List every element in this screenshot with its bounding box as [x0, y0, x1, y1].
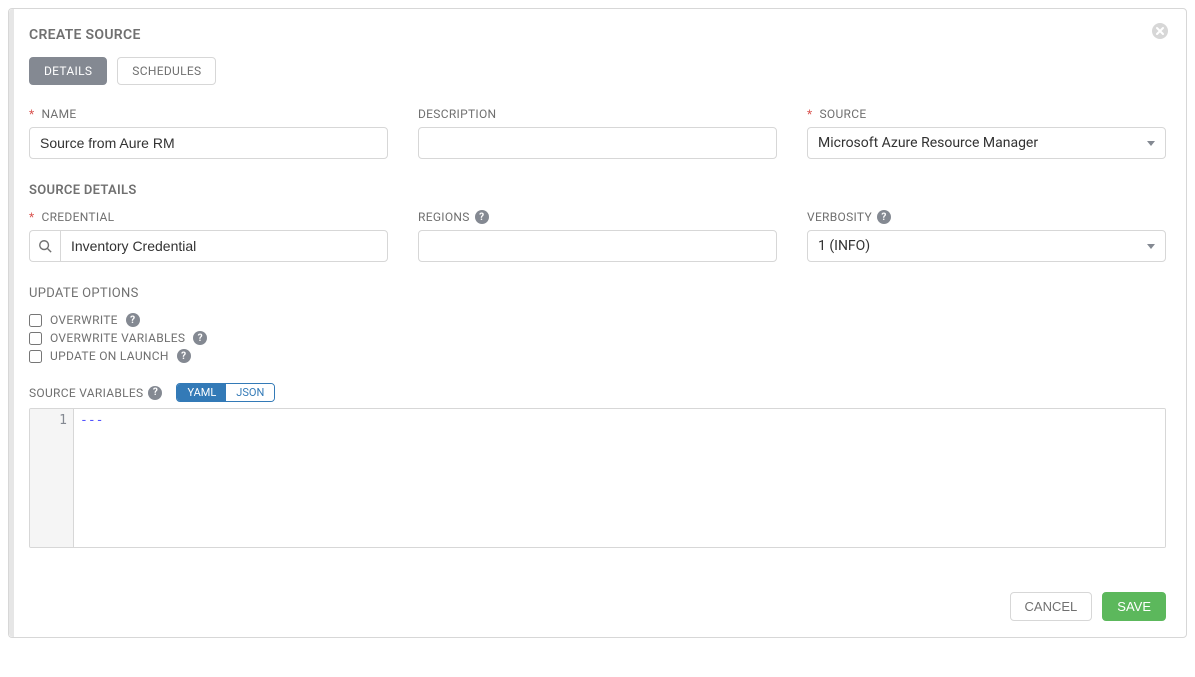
tab-details[interactable]: DETAILS: [29, 57, 107, 85]
update-launch-label: UPDATE ON LAUNCH: [50, 349, 169, 363]
required-marker: *: [29, 107, 34, 121]
credential-input[interactable]: [60, 230, 388, 262]
description-label: DESCRIPTION: [418, 107, 777, 121]
verbosity-label: VERBOSITY ?: [807, 210, 1166, 224]
source-value: Microsoft Azure Resource Manager: [818, 135, 1038, 151]
tab-schedules[interactable]: SCHEDULES: [117, 57, 216, 85]
help-icon[interactable]: ?: [148, 386, 162, 400]
description-input[interactable]: [418, 127, 777, 159]
source-variables-label-text: SOURCE VARIABLES: [29, 386, 143, 400]
help-icon[interactable]: ?: [177, 349, 191, 363]
save-button[interactable]: SAVE: [1102, 592, 1166, 621]
name-label: * NAME: [29, 107, 388, 121]
overwrite-option[interactable]: OVERWRITE ?: [29, 313, 1166, 327]
format-toggle: YAML JSON: [176, 383, 275, 402]
required-marker: *: [807, 107, 812, 121]
json-toggle[interactable]: JSON: [226, 384, 274, 401]
editor-gutter: 1: [30, 409, 74, 547]
line-number: 1: [30, 413, 67, 428]
overwrite-vars-option[interactable]: OVERWRITE VARIABLES ?: [29, 331, 1166, 345]
source-label-text: SOURCE: [819, 107, 866, 121]
overwrite-vars-label: OVERWRITE VARIABLES: [50, 331, 185, 345]
tabs: DETAILS SCHEDULES: [29, 57, 1166, 85]
editor-content: ---: [80, 413, 103, 428]
update-launch-option[interactable]: UPDATE ON LAUNCH ?: [29, 349, 1166, 363]
help-icon[interactable]: ?: [877, 210, 891, 224]
overwrite-vars-checkbox[interactable]: [29, 332, 42, 345]
editor-body[interactable]: ---: [74, 409, 1165, 547]
update-launch-checkbox[interactable]: [29, 350, 42, 363]
source-details-heading: SOURCE DETAILS: [29, 183, 1166, 198]
regions-input[interactable]: [418, 230, 777, 262]
field-credential: * CREDENTIAL: [29, 210, 388, 262]
field-verbosity: VERBOSITY ? 1 (INFO): [807, 210, 1166, 262]
search-icon: [38, 239, 52, 253]
source-variables-label: SOURCE VARIABLES ?: [29, 386, 162, 400]
cancel-button[interactable]: CANCEL: [1010, 592, 1093, 621]
name-label-text: NAME: [41, 107, 76, 121]
credential-label-text: CREDENTIAL: [41, 210, 114, 224]
overwrite-checkbox[interactable]: [29, 314, 42, 327]
source-select[interactable]: Microsoft Azure Resource Manager: [807, 127, 1166, 159]
update-options-heading: UPDATE OPTIONS: [29, 286, 1166, 301]
page-title: CREATE SOURCE: [29, 27, 1166, 43]
credential-search-button[interactable]: [29, 230, 60, 262]
regions-label: REGIONS ?: [418, 210, 777, 224]
source-label: * SOURCE: [807, 107, 1166, 121]
verbosity-label-text: VERBOSITY: [807, 210, 872, 224]
field-name: * NAME: [29, 107, 388, 159]
chevron-down-icon: [1147, 244, 1155, 249]
overwrite-label: OVERWRITE: [50, 313, 118, 327]
field-description: DESCRIPTION: [418, 107, 777, 159]
create-source-panel: CREATE SOURCE DETAILS SCHEDULES * NAME D…: [8, 8, 1187, 638]
source-variables-editor[interactable]: 1 ---: [29, 408, 1166, 548]
required-marker: *: [29, 210, 34, 224]
verbosity-select[interactable]: 1 (INFO): [807, 230, 1166, 262]
footer: CANCEL SAVE: [29, 592, 1166, 621]
chevron-down-icon: [1147, 141, 1155, 146]
panel-accent: [9, 9, 14, 637]
help-icon[interactable]: ?: [193, 331, 207, 345]
credential-label: * CREDENTIAL: [29, 210, 388, 224]
yaml-toggle[interactable]: YAML: [177, 384, 226, 401]
help-icon[interactable]: ?: [126, 313, 140, 327]
name-input[interactable]: [29, 127, 388, 159]
verbosity-value: 1 (INFO): [818, 238, 870, 254]
field-source: * SOURCE Microsoft Azure Resource Manage…: [807, 107, 1166, 159]
close-icon[interactable]: [1152, 23, 1168, 44]
regions-label-text: REGIONS: [418, 210, 470, 224]
field-regions: REGIONS ?: [418, 210, 777, 262]
help-icon[interactable]: ?: [475, 210, 489, 224]
